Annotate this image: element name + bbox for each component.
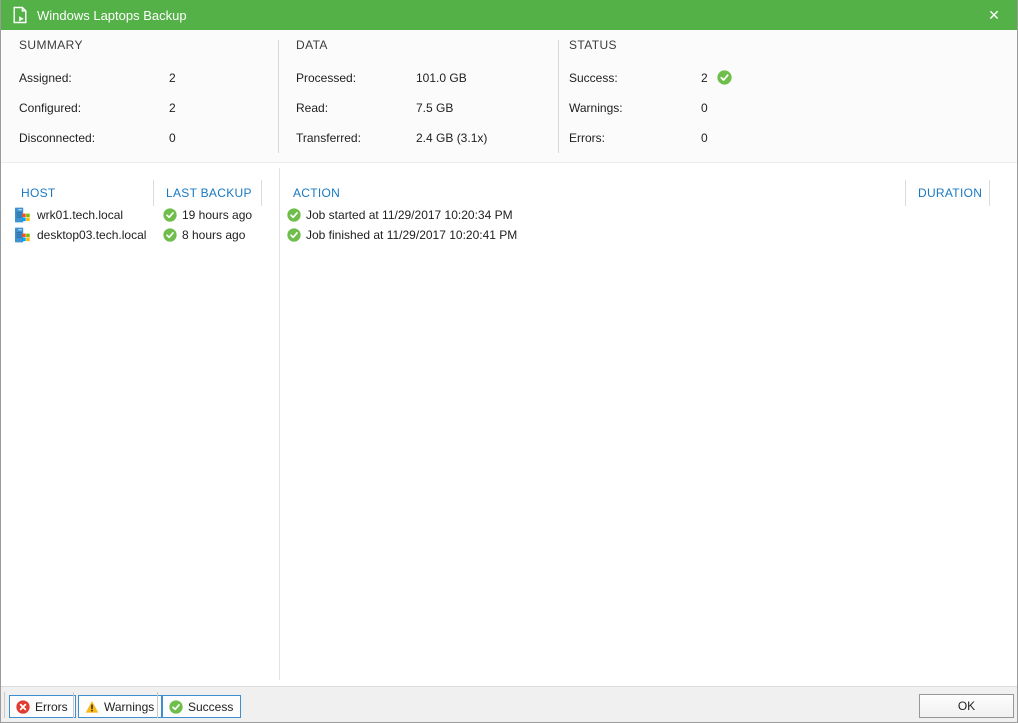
summary-value: 2 [169,101,176,115]
backup-job-icon [13,6,27,24]
footer-bar: Errors Warnings Success OK [1,686,1017,722]
warnings-filter-button[interactable]: Warnings [78,695,163,718]
last-backup-time: 8 hours ago [182,228,246,242]
success-icon [287,208,301,222]
host-row[interactable]: wrk01.tech.local 19 hours ago [1,205,278,225]
action-row[interactable]: Job started at 11/29/2017 10:20:34 PM [280,205,1015,225]
filter-label: Warnings [104,699,155,714]
last-backup-time: 19 hours ago [182,208,253,222]
summary-panel: SUMMARY Assigned: 2 Configured: 2 Discon… [1,30,1017,163]
details-panel: HOST LAST BACKUP ACTION DURATION wrk01.t… [1,163,1017,686]
host-name: wrk01.tech.local [37,208,124,222]
summary-divider-1 [278,40,279,153]
success-icon [287,228,301,242]
data-label: Processed: [296,71,357,85]
success-icon [163,228,177,242]
status-label: Errors: [569,131,605,145]
summary-value: 2 [169,71,176,85]
workstation-icon [15,227,30,243]
status-label: Warnings: [569,101,623,115]
window-title: Windows Laptops Backup [37,7,187,23]
column-separator [153,180,154,206]
data-value: 7.5 GB [416,101,454,115]
column-separator [989,180,990,206]
summary-label: Configured: [19,101,82,115]
close-icon[interactable]: ✕ [978,0,1010,30]
success-filter-button[interactable]: Success [162,695,242,718]
data-section-header: DATA [296,38,328,52]
filter-label: Success [188,699,234,714]
success-icon [163,208,177,222]
action-row[interactable]: Job finished at 11/29/2017 10:20:41 PM [280,225,1015,245]
status-section-header: STATUS [569,38,617,52]
summary-value: 0 [169,131,176,145]
data-value: 2.4 GB (3.1x) [416,131,488,145]
host-name: desktop03.tech.local [37,228,147,242]
data-value: 101.0 GB [416,71,467,85]
status-label: Success: [569,71,618,85]
action-column-header[interactable]: ACTION [293,186,340,200]
toolbar-separator [157,692,158,718]
data-label: Transferred: [296,131,361,145]
data-label: Read: [296,101,329,115]
host-row[interactable]: desktop03.tech.local 8 hours ago [1,225,278,245]
job-statistics-window: Windows Laptops Backup ✕ SUMMARY Assigne… [0,0,1018,723]
duration-column-header[interactable]: DURATION [918,186,982,200]
warning-icon [85,700,99,713]
workstation-icon [15,207,30,223]
success-icon [169,699,183,714]
status-value: 0 [701,101,708,115]
column-separator [905,180,906,206]
action-text: Job started at 11/29/2017 10:20:34 PM [306,208,513,222]
status-value: 0 [701,131,708,145]
summary-label: Disconnected: [19,131,96,145]
toolbar-separator [4,692,5,718]
ok-button[interactable]: OK [919,694,1014,718]
titlebar: Windows Laptops Backup ✕ [1,0,1017,30]
filter-label: Errors [35,699,68,714]
action-text: Job finished at 11/29/2017 10:20:41 PM [306,228,518,242]
summary-label: Assigned: [19,71,72,85]
success-icon [717,70,732,85]
summary-divider-2 [558,40,559,153]
status-value: 2 [701,71,708,85]
errors-filter-button[interactable]: Errors [9,695,76,718]
last-backup-column-header[interactable]: LAST BACKUP [166,186,252,200]
error-icon [16,699,30,714]
summary-section-header: SUMMARY [19,38,83,52]
toolbar-separator [73,692,74,718]
column-separator [261,180,262,206]
host-column-header[interactable]: HOST [21,186,56,200]
